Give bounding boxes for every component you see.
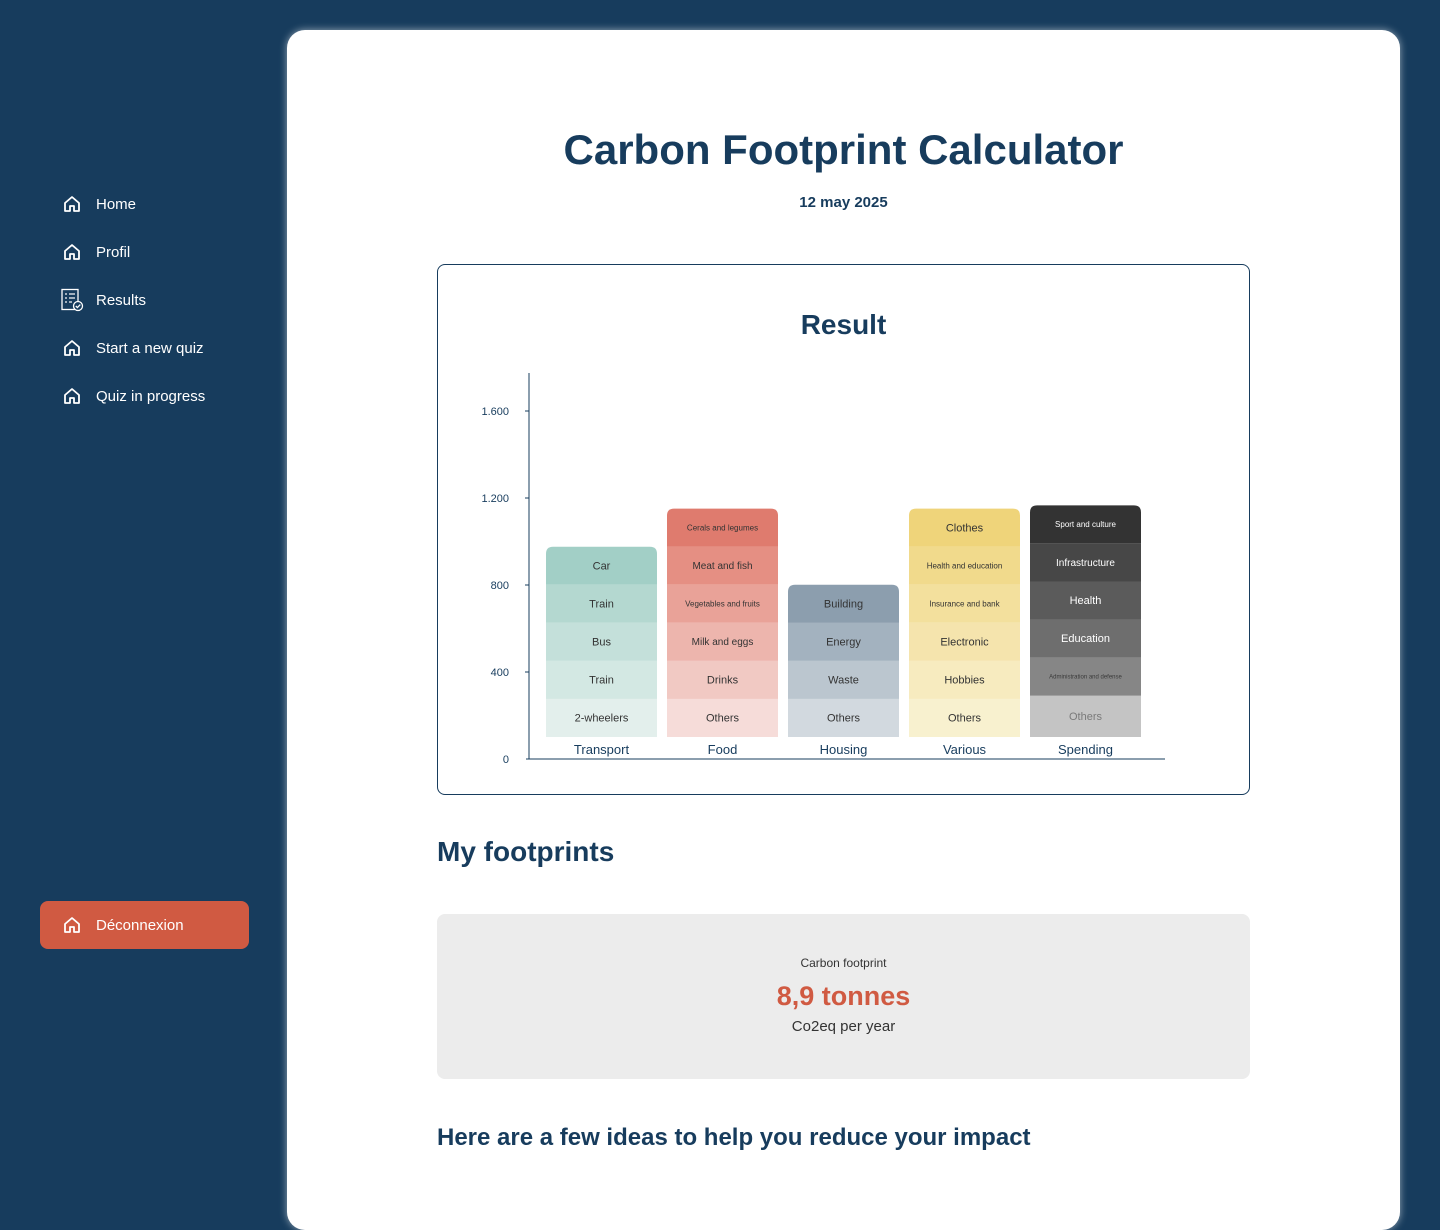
bar-segment-label: Sport and culture <box>1055 520 1116 529</box>
bar-segment-label: Cerals and legumes <box>687 523 758 532</box>
bar-segment-label: Hobbies <box>944 675 985 687</box>
main-content: Carbon Footprint Calculator 12 may 2025 … <box>287 30 1400 1230</box>
footprint-value: 8,9 tonnes <box>776 981 911 1011</box>
sidebar-item-label: Home <box>96 195 137 213</box>
bar-segment-label: Others <box>827 713 861 725</box>
bar-segment-label: Education <box>1061 633 1110 645</box>
bar-segment-label: Others <box>706 713 740 725</box>
bar-segment-label: Vegetables and fruits <box>685 599 760 608</box>
bar-segment-label: Others <box>1069 711 1103 723</box>
footprints-heading: My footprints <box>437 836 615 867</box>
bar-segment-label: Drinks <box>707 675 739 687</box>
bar-segment-label: Energy <box>826 637 861 649</box>
bar-segment-label: Car <box>593 560 611 572</box>
sidebar-nav: Home Profil Results Start a new quiz Qui… <box>60 192 205 432</box>
y-tick-label: 400 <box>491 667 509 679</box>
y-tick-label: 1.600 <box>481 406 509 418</box>
page-title: Carbon Footprint Calculator <box>563 126 1124 173</box>
bar-segment-label: Milk and eggs <box>692 637 754 648</box>
home-icon <box>60 913 84 937</box>
y-tick-label: 1.200 <box>481 493 509 505</box>
x-tick-label: Various <box>943 742 987 757</box>
y-tick-label: 0 <box>503 754 509 766</box>
bar-segment-label: Administration and defense <box>1049 675 1122 681</box>
sidebar-item-profil[interactable]: Profil <box>60 240 205 264</box>
sidebar-item-quiz-in-progress[interactable]: Quiz in progress <box>60 384 205 408</box>
page-date: 12 may 2025 <box>799 194 888 211</box>
bar-segment-label: 2-wheelers <box>575 713 629 725</box>
home-icon <box>60 336 84 360</box>
ideas-heading: Here are a few ideas to help you reduce … <box>437 1124 1031 1151</box>
result-chart-card: Result 0 400 800 1.200 1.600 2-wheelers Train B… <box>437 264 1250 795</box>
bar-segment-label: Infrastructure <box>1056 558 1115 569</box>
x-tick-label: Transport <box>574 742 630 757</box>
y-tick-label: 800 <box>491 580 509 592</box>
bar-segment-label: Building <box>824 598 863 610</box>
bar-segment-label: Insurance and bank <box>929 599 1000 608</box>
footprint-unit: Co2eq per year <box>791 1018 896 1035</box>
sidebar-item-label: Quiz in progress <box>96 387 206 405</box>
bar-segment-label: Others <box>948 713 982 725</box>
sidebar-item-label: Start a new quiz <box>96 339 204 357</box>
x-tick-label: Spending <box>1058 742 1113 757</box>
home-icon <box>60 384 84 408</box>
footprint-label: Carbon footprint <box>800 956 887 970</box>
bar-segment-label: Bus <box>592 637 611 649</box>
logout-label: Déconnexion <box>96 916 184 934</box>
checklist-icon <box>60 288 84 312</box>
bar-segment-label: Health and education <box>927 561 1003 570</box>
logout-button[interactable]: Déconnexion <box>40 901 249 949</box>
bar-segment-label: Train <box>589 675 614 687</box>
x-tick-label: Food <box>708 742 738 757</box>
sidebar-item-label: Profil <box>96 243 131 261</box>
bar-segment-label: Waste <box>828 675 859 687</box>
home-icon <box>60 192 84 216</box>
sidebar-item-label: Results <box>96 291 147 309</box>
result-chart: 0 400 800 1.200 1.600 2-wheelers Train Bus Train… <box>481 373 1165 766</box>
sidebar-item-start-quiz[interactable]: Start a new quiz <box>60 336 205 360</box>
bar-segment-label: Train <box>589 598 614 610</box>
x-tick-label: Housing <box>820 742 868 757</box>
bar-segment-label: Clothes <box>946 522 984 534</box>
sidebar-item-home[interactable]: Home <box>60 192 205 216</box>
footprint-summary-card: Carbon footprint 8,9 tonnes Co2eq per ye… <box>437 914 1250 1079</box>
sidebar-item-results[interactable]: Results <box>60 288 205 312</box>
bar-segment-label: Meat and fish <box>692 561 752 572</box>
bar-segment-label: Electronic <box>940 637 989 649</box>
home-icon <box>60 240 84 264</box>
sidebar: Home Profil Results Start a new quiz Qui… <box>0 0 287 1178</box>
bar-segment-label: Health <box>1070 595 1102 607</box>
